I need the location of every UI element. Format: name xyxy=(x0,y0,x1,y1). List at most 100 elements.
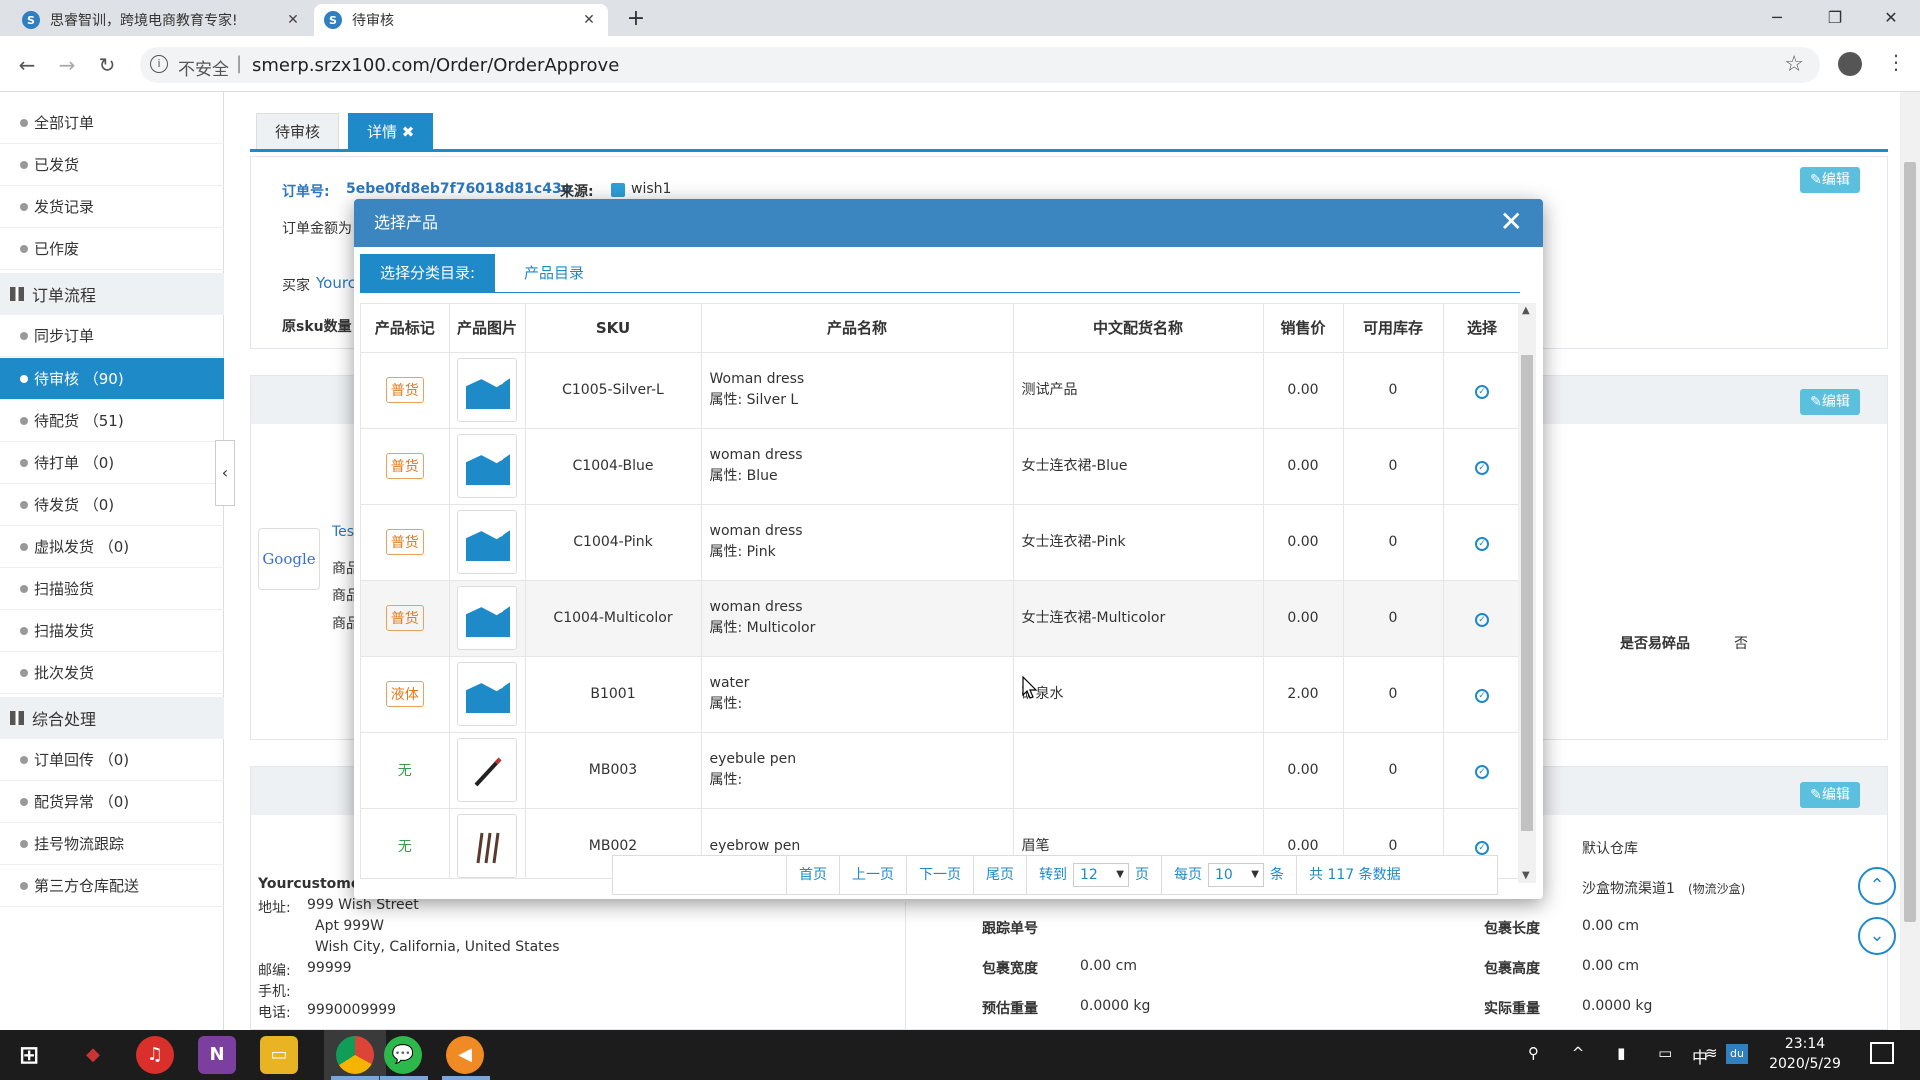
minimize-icon[interactable]: ─ xyxy=(1748,0,1806,36)
sidebar-group-order-flow[interactable]: 订单流程 xyxy=(0,273,224,315)
order-no-label: 订单号: xyxy=(282,184,330,200)
tab-category[interactable]: 选择分类目录: xyxy=(360,254,496,292)
ime-indicator[interactable]: 中 xyxy=(1692,1044,1708,1068)
browser-tab-title: 待审核 xyxy=(352,13,394,29)
audio-app-icon[interactable]: ◀ xyxy=(446,1036,484,1074)
sidebar-item-pending-pick[interactable]: 待配货 （51) xyxy=(0,400,224,442)
last-page-button[interactable]: 尾页 xyxy=(974,856,1027,894)
table-row[interactable]: 普货 C1004-Multicolor woman dress 属性: Multi… xyxy=(361,580,1519,657)
browser-tab-2[interactable]: S 待审核 ✕ xyxy=(314,4,608,36)
close-tab-icon[interactable]: ✕ xyxy=(284,12,302,28)
sidebar-item-batch-ship[interactable]: 批次发货 xyxy=(0,652,224,694)
forward-icon[interactable]: → xyxy=(52,50,82,80)
profile-avatar-icon[interactable] xyxy=(1838,52,1862,76)
sidebar-item-pending-print[interactable]: 待打单 （0) xyxy=(0,442,224,484)
clock-time: 23:14 xyxy=(1784,1036,1826,1052)
sidebar-item-ship-records[interactable]: 发货记录 xyxy=(0,186,224,228)
scroll-up-arrow-icon[interactable]: ▲ xyxy=(1522,305,1530,316)
url-text[interactable]: smerp.srzx100.com/Order/OrderApprove xyxy=(252,55,619,76)
baidu-ime-icon[interactable]: du xyxy=(1726,1044,1748,1064)
next-page-button[interactable]: 下一页 xyxy=(907,856,974,894)
modal-scrollbar[interactable]: ▲ ▼ xyxy=(1518,303,1536,883)
table-row[interactable]: 无 MB003 eyebule pen 属性: 0.00 0 ✓ xyxy=(361,732,1519,809)
table-row[interactable]: 普货 C1005-Silver-L Woman dress 属性: Silver … xyxy=(361,352,1519,429)
bookmark-star-icon[interactable]: ☆ xyxy=(1784,52,1804,77)
select-check-icon[interactable]: ✓ xyxy=(1475,536,1489,551)
sidebar-item-pick-error[interactable]: 配货异常 （0) xyxy=(0,781,224,823)
fragile-value: 否 xyxy=(1734,636,1748,652)
select-check-icon[interactable]: ✓ xyxy=(1475,612,1489,627)
table-row[interactable]: 普货 C1004-Blue woman dress 属性: Blue 女士连衣裙-… xyxy=(361,428,1519,505)
tab-details[interactable]: 详情 ✖ xyxy=(348,113,434,150)
sidebar-item-sync[interactable]: 同步订单 xyxy=(0,315,224,357)
sidebar-item-scan-ship[interactable]: 扫描发货 xyxy=(0,610,224,652)
sidebar-item-label: 虚拟发货 （0) xyxy=(34,538,130,556)
select-check-icon[interactable]: ✓ xyxy=(1475,688,1489,703)
sidebar-item-all-orders[interactable]: 全部订单 xyxy=(0,102,224,144)
new-tab-icon[interactable]: + xyxy=(622,6,650,34)
url-divider: | xyxy=(236,53,243,74)
table-row[interactable]: 普货 C1004-Pink woman dress 属性: Pink 女士连衣裙-… xyxy=(361,504,1519,581)
sidebar-item-pending-ship[interactable]: 待发货 （0) xyxy=(0,484,224,526)
buyer-name[interactable]: Yourc xyxy=(316,274,356,292)
notification-icon[interactable] xyxy=(1870,1042,1894,1064)
tab-product-catalog[interactable]: 产品目录 xyxy=(504,254,604,292)
wechat-icon[interactable]: 💬 xyxy=(384,1036,422,1074)
sidebar-item-3pl[interactable]: 第三方仓库配送 xyxy=(0,865,224,907)
select-check-icon[interactable]: ✓ xyxy=(1475,384,1489,399)
sidebar-item-virtual-ship[interactable]: 虚拟发货 （0) xyxy=(0,526,224,568)
product-name: eyebule pen xyxy=(709,751,797,767)
scroll-up-icon[interactable]: ⌃ xyxy=(1858,867,1896,905)
sidebar-group-misc[interactable]: 综合处理 xyxy=(0,697,224,739)
collapse-sidebar-icon[interactable]: ‹ xyxy=(215,440,235,506)
browser-tab-1[interactable]: S 思睿智训，跨境电商教育专家! ✕ xyxy=(12,4,312,36)
page-scrollbar[interactable] xyxy=(1900,92,1920,1030)
sidebar-item-voided[interactable]: 已作废 xyxy=(0,228,224,270)
stock-cell: 0 xyxy=(1343,504,1444,581)
scroll-down-icon[interactable]: ⌄ xyxy=(1858,917,1896,955)
modal-tab-underline xyxy=(360,292,1520,293)
info-icon[interactable]: i xyxy=(150,55,168,73)
goto-page-select[interactable]: 12 xyxy=(1073,863,1129,887)
product-attr: 属性: xyxy=(709,696,743,712)
scrollbar-thumb[interactable] xyxy=(1904,162,1916,922)
browser-menu-icon[interactable]: ⋮ xyxy=(1886,50,1906,74)
table-row[interactable]: 液体 B1001 water 属性: 矿泉水 2.00 0 ✓ xyxy=(361,656,1519,733)
back-icon[interactable]: ← xyxy=(12,50,42,80)
scroll-down-arrow-icon[interactable]: ▼ xyxy=(1522,870,1530,881)
close-icon[interactable]: ✕ xyxy=(1500,207,1523,237)
sidebar-item-tracking[interactable]: 挂号物流跟踪 xyxy=(0,823,224,865)
onenote-icon[interactable]: N xyxy=(198,1036,236,1074)
select-check-icon[interactable]: ✓ xyxy=(1475,460,1489,475)
music-app-icon[interactable]: ♫ xyxy=(136,1036,174,1074)
edit-button[interactable]: ✎编辑 xyxy=(1800,389,1860,415)
first-page-button[interactable]: 首页 xyxy=(787,856,840,894)
per-page-select[interactable]: 10 xyxy=(1208,863,1264,887)
address-bar[interactable]: i 不安全 | smerp.srzx100.com/Order/OrderApp… xyxy=(140,47,1820,83)
clock[interactable]: 23:14 2020/5/29 xyxy=(1760,1034,1850,1074)
select-check-icon[interactable]: ✓ xyxy=(1475,764,1489,779)
select-check-icon[interactable]: ✓ xyxy=(1475,840,1489,855)
product-name: woman dress xyxy=(709,599,803,615)
edit-button[interactable]: ✎编辑 xyxy=(1800,167,1860,193)
sidebar-item-shipped[interactable]: 已发货 xyxy=(0,144,224,186)
scrollbar-thumb[interactable] xyxy=(1521,355,1533,831)
price-cell: 0.00 xyxy=(1263,428,1344,505)
product-link[interactable]: Tes xyxy=(332,524,354,540)
close-tab-icon[interactable]: ✕ xyxy=(580,12,598,28)
edit-button[interactable]: ✎编辑 xyxy=(1800,782,1860,808)
sidebar-item-pending-review[interactable]: 待审核 （90) xyxy=(0,358,224,400)
tab-pending-review[interactable]: 待审核 xyxy=(256,113,340,150)
goto-group: 转到 12 页 xyxy=(1027,856,1162,894)
windows-start-icon[interactable]: ⊞ xyxy=(10,1036,48,1074)
file-explorer-icon[interactable]: ▭ xyxy=(260,1036,298,1074)
app-icon[interactable]: ◆ xyxy=(74,1036,112,1074)
reload-icon[interactable]: ↻ xyxy=(92,50,122,80)
prev-page-button[interactable]: 上一页 xyxy=(840,856,907,894)
close-window-icon[interactable]: ✕ xyxy=(1862,0,1920,36)
restore-icon[interactable]: ❐ xyxy=(1806,0,1864,36)
sidebar-item-scan-inspect[interactable]: 扫描验货 xyxy=(0,568,224,610)
sidebar-item-order-return[interactable]: 订单回传 （0) xyxy=(0,739,224,781)
phone-value: 9990009999 xyxy=(307,1002,397,1018)
chrome-icon[interactable] xyxy=(336,1036,374,1074)
